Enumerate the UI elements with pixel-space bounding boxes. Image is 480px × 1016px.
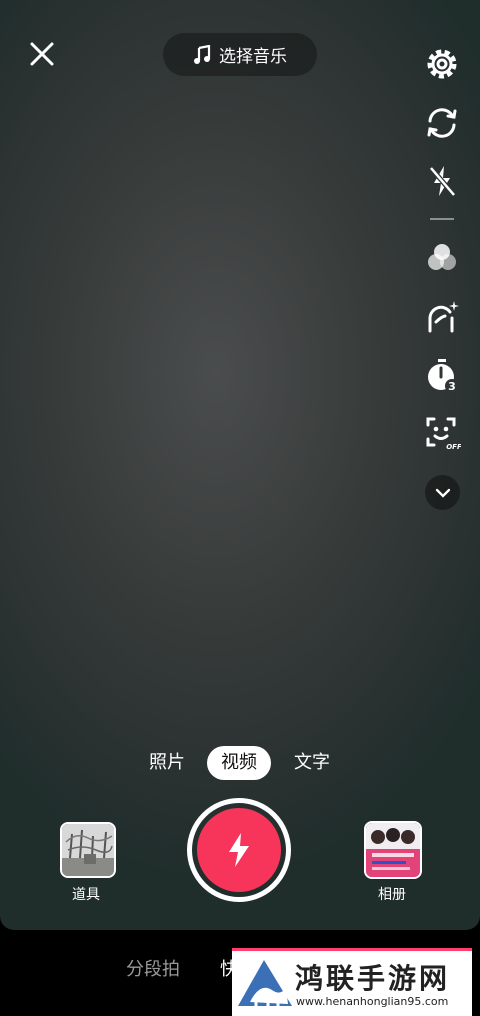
tab-segmented[interactable]: 分段拍: [126, 955, 180, 981]
close-button[interactable]: [28, 40, 56, 68]
filter-button[interactable]: [423, 239, 461, 277]
record-button[interactable]: [187, 798, 291, 902]
face-detect-icon: OFF: [426, 417, 462, 451]
flip-camera-icon: [427, 108, 457, 138]
mode-photo[interactable]: 照片: [142, 746, 192, 780]
music-note-icon: [194, 44, 211, 64]
props-label: 道具: [72, 887, 100, 903]
beauty-button[interactable]: [423, 298, 461, 336]
settings-button[interactable]: [423, 45, 461, 83]
album-button[interactable]: [364, 821, 422, 879]
timer-button[interactable]: 3: [423, 357, 461, 395]
timer-icon: 3: [428, 359, 459, 393]
album-thumbnail: [366, 823, 420, 877]
face-detect-button[interactable]: OFF: [423, 414, 462, 452]
album-label: 相册: [378, 887, 406, 903]
rail-divider: [430, 218, 454, 220]
watermark-url: www.henanhonglian95.com: [296, 995, 449, 1008]
chevron-down-icon: [435, 488, 450, 498]
props-thumbnail: [62, 824, 114, 876]
flash-toggle-button[interactable]: [423, 162, 461, 200]
flash-off-icon: [429, 166, 456, 197]
flip-camera-button[interactable]: [423, 104, 461, 142]
filter-icon: [428, 244, 456, 270]
beauty-icon: [428, 301, 459, 333]
select-music-button[interactable]: 选择音乐: [163, 33, 317, 76]
timer-badge: 3: [448, 380, 456, 393]
mode-selector: 照片 视频 文字: [0, 746, 480, 782]
mode-text[interactable]: 文字: [287, 746, 337, 780]
watermark-logo: [238, 960, 292, 1006]
props-button[interactable]: [60, 822, 116, 878]
lightning-icon: [229, 833, 249, 867]
more-options-button[interactable]: [425, 475, 460, 510]
camera-viewfinder[interactable]: 选择音乐 3 OFF 照片 视频 文字 道具 相册: [0, 0, 480, 930]
mode-video[interactable]: 视频: [207, 746, 271, 780]
settings-icon: [427, 49, 457, 79]
music-label: 选择音乐: [219, 47, 287, 67]
watermark-title: 鸿联手游网: [295, 962, 451, 995]
watermark: 鸿联手游网 www.henanhonglian95.com: [232, 948, 472, 1016]
close-icon: [30, 42, 54, 66]
face-off-badge: OFF: [446, 443, 461, 451]
record-inner: [197, 808, 281, 892]
